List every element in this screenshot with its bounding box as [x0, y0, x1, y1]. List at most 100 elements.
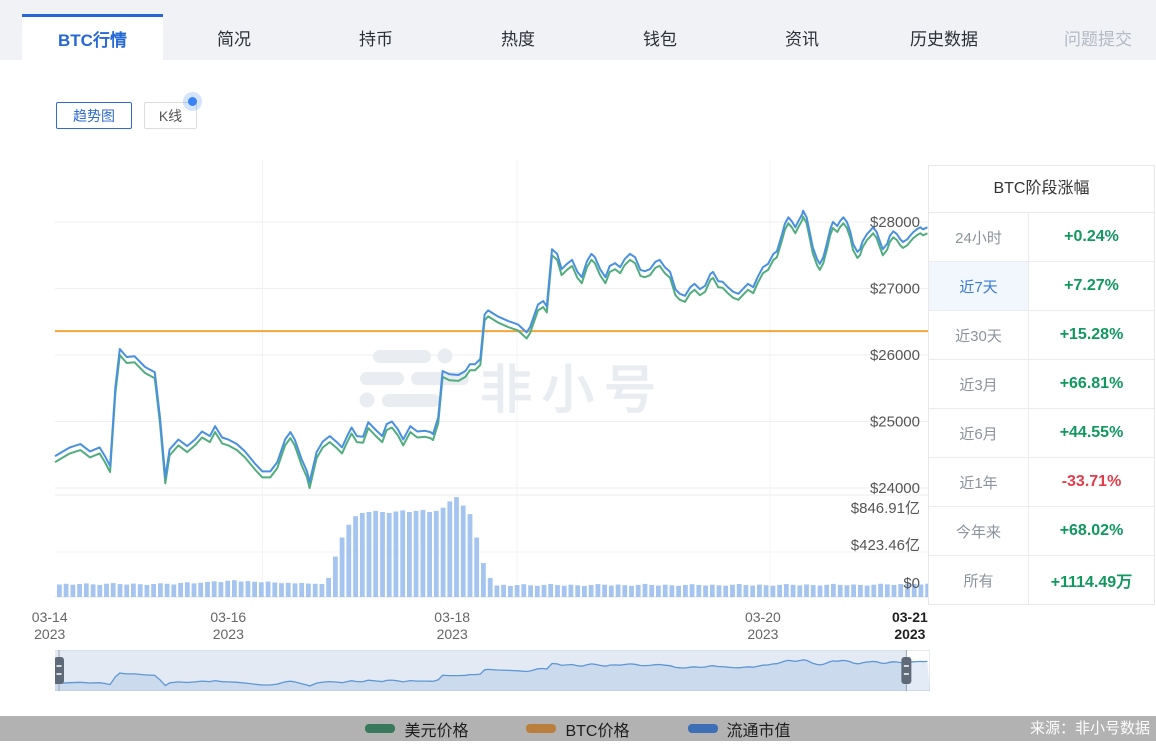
navigator-left-handle[interactable]	[55, 657, 64, 684]
tab-热度[interactable]: 热度	[447, 14, 589, 60]
volume-bar	[192, 583, 197, 597]
x-axis-date: 03-18	[434, 609, 470, 625]
volume-bar	[407, 512, 412, 597]
tab-历史数据[interactable]: 历史数据	[873, 14, 1015, 60]
volume-bar	[764, 585, 769, 597]
stage-row: 所有+1114.49万	[929, 556, 1154, 604]
volume-bar	[636, 585, 641, 597]
volume-bar	[165, 584, 170, 597]
volume-bar	[468, 514, 473, 597]
volume-bar	[367, 512, 372, 597]
volume-bar	[569, 585, 574, 597]
tab-持币[interactable]: 持币	[305, 14, 447, 60]
stage-period-cell[interactable]: 今年来	[929, 507, 1029, 555]
watermark-text: 非小号	[480, 362, 666, 420]
stage-period-cell[interactable]: 所有	[929, 556, 1029, 604]
volume-bar	[474, 538, 479, 598]
tab-简况[interactable]: 简况	[163, 14, 305, 60]
legend-item-流通市值[interactable]: 流通市值	[688, 717, 791, 741]
volume-bar	[434, 511, 439, 597]
volume-bar	[851, 585, 856, 598]
volume-bar	[777, 585, 782, 597]
range-navigator[interactable]	[55, 650, 930, 691]
price-axis-label: $28000	[870, 214, 920, 231]
volume-bar	[91, 584, 96, 597]
volume-bar	[84, 583, 89, 597]
volume-bar	[535, 586, 540, 597]
legend-item-美元价格[interactable]: 美元价格	[365, 717, 468, 741]
stage-row: 近6月+44.55%	[929, 409, 1154, 458]
watermark-logo-icon	[360, 349, 470, 408]
watermark-bar	[360, 372, 404, 385]
volume-bar	[542, 585, 547, 597]
kline-new-badge-dot	[188, 97, 197, 106]
volume-bar	[225, 581, 230, 597]
stage-row: 24小时+0.24%	[929, 213, 1154, 262]
volume-bar	[656, 586, 661, 597]
kline-chart-button[interactable]: K线	[144, 102, 197, 129]
volume-bar	[515, 585, 520, 597]
volume-bar	[414, 511, 419, 597]
volume-bar	[454, 497, 459, 597]
stage-value-cell: +66.81%	[1029, 360, 1154, 408]
x-axis-date: 03-20	[745, 609, 781, 625]
price-axis-label: $25000	[870, 414, 920, 431]
volume-bar	[400, 510, 405, 597]
volume-bar	[838, 585, 843, 597]
volume-bar	[246, 581, 251, 597]
stage-row: 近3月+66.81%	[929, 360, 1154, 409]
stage-period-cell[interactable]: 近1年	[929, 458, 1029, 506]
volume-bar	[555, 585, 560, 597]
volume-bar	[313, 584, 318, 597]
volume-bar	[744, 585, 749, 597]
volume-bar	[575, 585, 580, 597]
volume-bar	[219, 582, 224, 597]
x-axis-label: 03-142023	[32, 609, 68, 642]
tab-BTC行情[interactable]: BTC行情	[22, 14, 163, 60]
volume-bar	[387, 513, 392, 597]
volume-bar	[824, 585, 829, 597]
stage-period-cell[interactable]: 近7天	[929, 262, 1029, 310]
navigator-right-handle[interactable]	[901, 657, 911, 684]
volume-bar	[461, 506, 466, 597]
x-axis-year: 2023	[747, 626, 778, 642]
stage-period-cell[interactable]: 近3月	[929, 360, 1029, 408]
legend-item-BTC价格[interactable]: BTC价格	[526, 717, 629, 741]
volume-bar	[421, 510, 426, 597]
stage-change-panel: BTC阶段涨幅 24小时+0.24%近7天+7.27%近30天+15.28%近3…	[928, 165, 1155, 605]
legend-label: 美元价格	[404, 717, 468, 741]
volume-bar	[616, 585, 621, 597]
trend-chart-button[interactable]: 趋势图	[56, 102, 132, 129]
navigator-handle-grip[interactable]	[901, 657, 911, 684]
volume-bar	[111, 583, 116, 597]
tab-钱包[interactable]: 钱包	[589, 14, 731, 60]
tab-资讯[interactable]: 资讯	[731, 14, 873, 60]
price-chart[interactable]: 非小号$28000$27000$26000$25000$24000$846.91…	[55, 160, 930, 650]
volume-bar	[757, 585, 762, 597]
volume-bar	[629, 586, 634, 597]
volume-bar	[596, 584, 601, 597]
volume-bar	[299, 583, 304, 597]
volume-bar	[212, 581, 217, 597]
usd-price-line	[55, 217, 927, 488]
stage-period-cell[interactable]: 近30天	[929, 311, 1029, 359]
volume-bar	[609, 586, 614, 598]
price-axis-label: $24000	[870, 480, 920, 497]
volume-bar	[649, 585, 654, 597]
navigator-handle-grip[interactable]	[55, 657, 64, 684]
stage-period-cell[interactable]: 近6月	[929, 409, 1029, 457]
volume-bar	[481, 563, 486, 597]
volume-bar	[185, 582, 190, 597]
volume-bar	[394, 512, 399, 598]
stage-value-cell: +1114.49万	[1029, 556, 1154, 604]
tab-问题提交[interactable]: 问题提交	[1042, 14, 1154, 60]
price-chart-svg: 非小号$28000$27000$26000$25000$24000$846.91…	[55, 160, 930, 650]
volume-bar	[663, 585, 668, 597]
stage-period-cell[interactable]: 24小时	[929, 213, 1029, 261]
stage-value-cell: +44.55%	[1029, 409, 1154, 457]
volume-bar	[158, 583, 163, 597]
volume-bar	[804, 585, 809, 598]
volume-bar	[885, 584, 890, 597]
volume-bar	[602, 585, 607, 597]
x-axis-label: 03-212023	[892, 609, 928, 642]
